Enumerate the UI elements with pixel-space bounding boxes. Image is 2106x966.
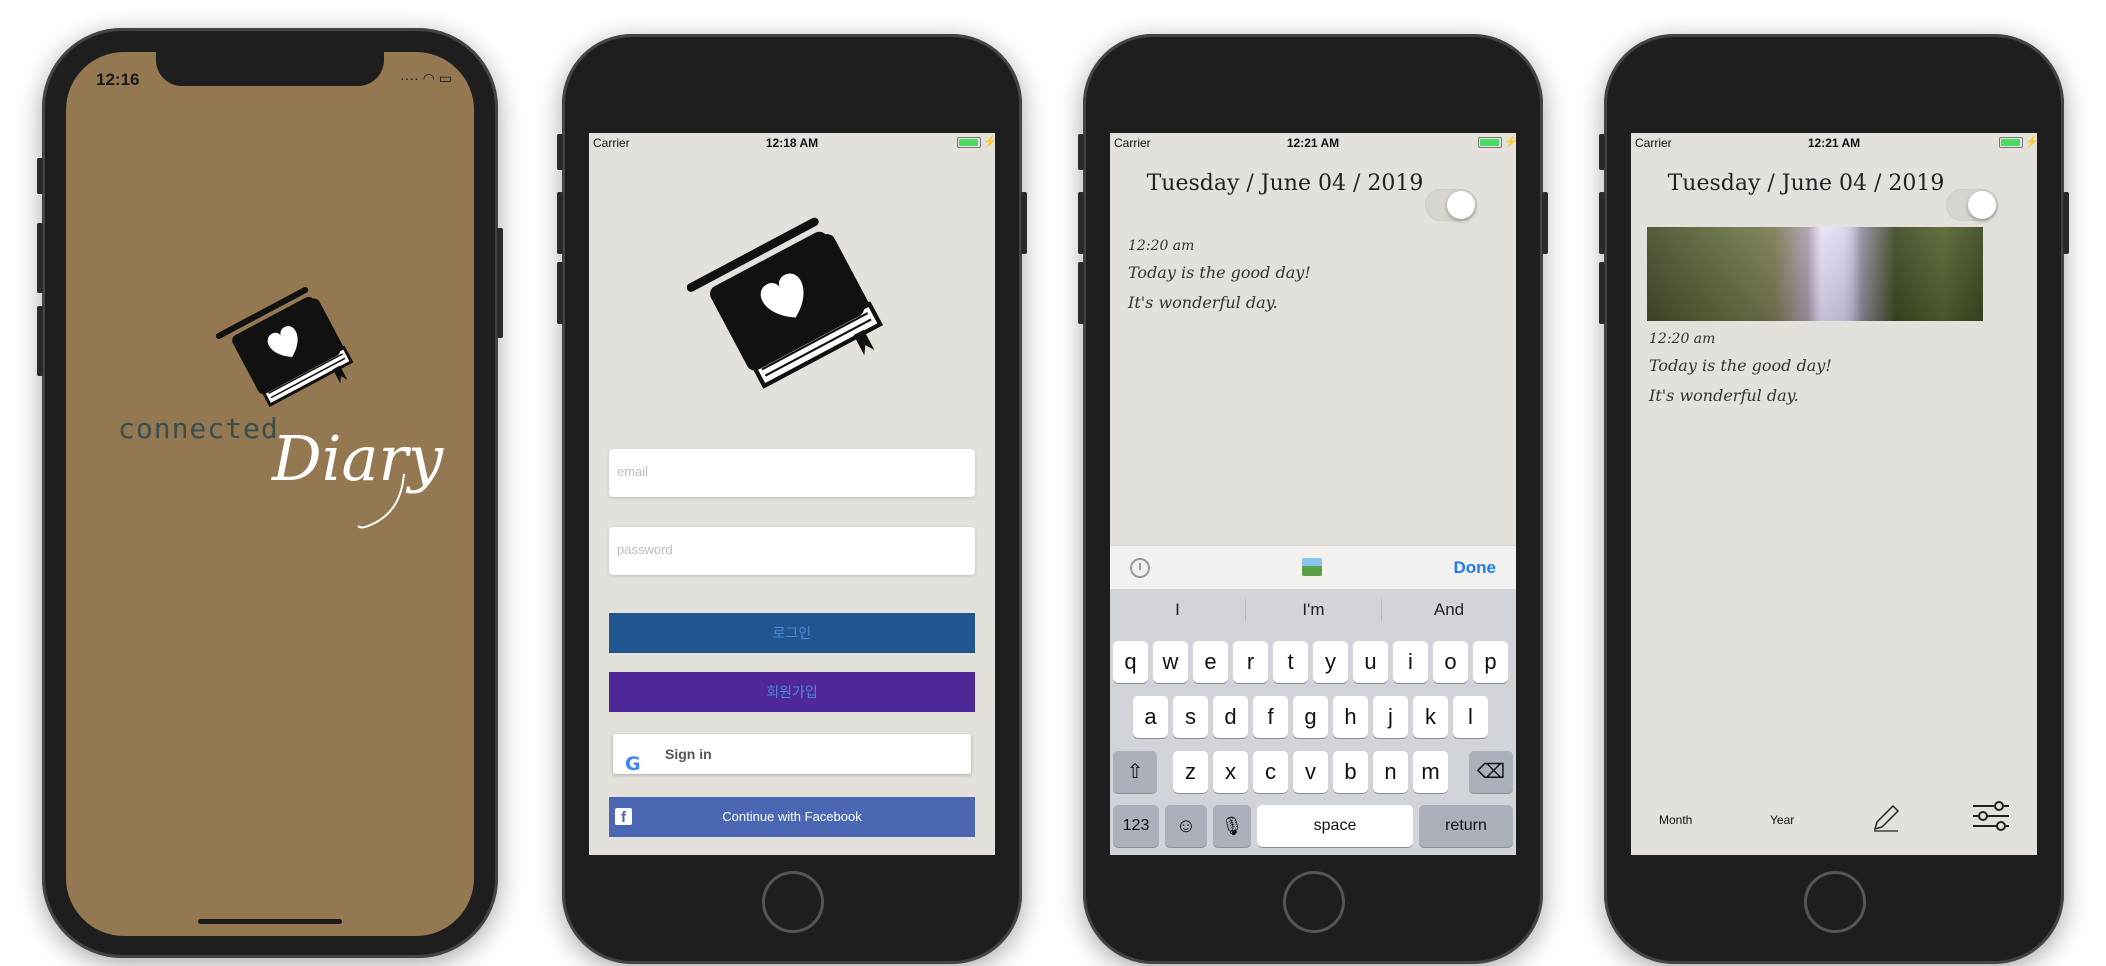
key-j[interactable]: j — [1373, 696, 1408, 738]
key-v[interactable]: v — [1293, 751, 1328, 793]
phone-splash: 12:16 ···· ◠ ▭ connected Diary — [37, 28, 503, 958]
entry-time: 12:20 am — [1128, 238, 1195, 254]
status-bar: Carrier 12:21 AM ⚡ — [1110, 133, 1516, 153]
google-icon: G — [625, 753, 641, 775]
status-time: 12:21 AM — [1286, 136, 1340, 150]
google-signin-label: Sign in — [665, 746, 712, 762]
entry-line-1[interactable]: Today is the good day! — [1128, 263, 1311, 282]
entry-line-2: It's wonderful day. — [1649, 386, 1799, 405]
key-h[interactable]: h — [1333, 696, 1368, 738]
key-k[interactable]: k — [1413, 696, 1448, 738]
suggestion-3[interactable]: And — [1382, 589, 1516, 631]
key-g[interactable]: g — [1293, 696, 1328, 738]
diary-book-logo — [216, 286, 354, 407]
key-m[interactable]: m — [1413, 751, 1448, 793]
email-field[interactable]: email — [609, 449, 975, 497]
key-y[interactable]: y — [1313, 641, 1348, 683]
entry-time: 12:20 am — [1649, 331, 1716, 347]
key-i[interactable]: i — [1393, 641, 1428, 683]
diary-edit-screen: Carrier 12:21 AM ⚡ Tuesday / June 04 / 2… — [1110, 133, 1516, 855]
key-l[interactable]: l — [1453, 696, 1488, 738]
numbers-key[interactable]: 123 — [1113, 805, 1159, 847]
login-screen: Carrier 12:18 AM ⚡ email password 로그인 회원… — [589, 133, 995, 855]
key-b[interactable]: b — [1333, 751, 1368, 793]
home-indicator — [198, 919, 342, 924]
key-t[interactable]: t — [1273, 641, 1308, 683]
battery-icon: ⚡ — [1478, 136, 1516, 148]
mode-toggle[interactable] — [1425, 189, 1477, 221]
facebook-login-button[interactable]: f Continue with Facebook — [609, 797, 975, 837]
phone-diary-edit: Carrier 12:21 AM ⚡ Tuesday / June 04 / 2… — [1078, 34, 1548, 964]
photo-icon[interactable] — [1302, 558, 1322, 576]
key-a[interactable]: a — [1133, 696, 1168, 738]
key-f[interactable]: f — [1253, 696, 1288, 738]
diary-photo[interactable] — [1647, 227, 1983, 321]
google-signin-button[interactable]: G Sign in — [613, 734, 971, 775]
space-key[interactable]: space — [1257, 805, 1413, 847]
login-button[interactable]: 로그인 — [609, 613, 975, 653]
emoji-key[interactable]: ☺ — [1165, 805, 1207, 847]
key-n[interactable]: n — [1373, 751, 1408, 793]
phone-diary-view: Carrier 12:21 AM ⚡ Tuesday / June 04 / 2… — [1599, 34, 2069, 964]
key-o[interactable]: o — [1433, 641, 1468, 683]
status-bar: Carrier 12:21 AM ⚡ — [1631, 133, 2037, 153]
diary-view-screen: Carrier 12:21 AM ⚡ Tuesday / June 04 / 2… — [1631, 133, 2037, 855]
battery-icon: ⚡ — [1999, 136, 2037, 148]
status-time: 12:16 — [96, 70, 140, 89]
facebook-icon: f — [615, 808, 632, 826]
month-button[interactable]: Month — [1659, 813, 1692, 827]
signup-button[interactable]: 회원가입 — [609, 672, 975, 712]
suggestion-2[interactable]: I'm — [1246, 589, 1381, 631]
key-z[interactable]: z — [1173, 751, 1208, 793]
key-w[interactable]: w — [1153, 641, 1188, 683]
pencil-icon[interactable] — [1871, 803, 1901, 833]
key-c[interactable]: c — [1253, 751, 1288, 793]
battery-icon: ⚡ — [957, 136, 995, 148]
key-q[interactable]: q — [1113, 641, 1148, 683]
key-d[interactable]: d — [1213, 696, 1248, 738]
key-p[interactable]: p — [1473, 641, 1508, 683]
phone-login: Carrier 12:18 AM ⚡ email password 로그인 회원… — [557, 34, 1027, 964]
date-title: Tuesday / June 04 / 2019 — [1146, 171, 1424, 196]
keyboard: I I'm And q w e r t y u i o p a s d f g … — [1110, 589, 1516, 855]
status-time: 12:21 AM — [1807, 136, 1861, 150]
splash-screen: 12:16 ···· ◠ ▭ connected Diary — [66, 52, 474, 936]
diary-book-logo — [687, 217, 884, 389]
done-button[interactable]: Done — [1454, 558, 1497, 578]
delete-key[interactable]: ⌫ — [1469, 751, 1513, 793]
home-button[interactable] — [1283, 871, 1345, 933]
keyboard-toolbar: Done — [1110, 545, 1516, 589]
date-title: Tuesday / June 04 / 2019 — [1667, 171, 1945, 196]
status-bar: Carrier 12:18 AM ⚡ — [589, 133, 995, 153]
status-icons: ···· ◠ ▭ — [400, 70, 452, 86]
key-r[interactable]: r — [1233, 641, 1268, 683]
microphone-key[interactable]: 🎙 — [1213, 805, 1251, 847]
status-time: 12:18 AM — [765, 136, 819, 150]
key-e[interactable]: e — [1193, 641, 1228, 683]
key-u[interactable]: u — [1353, 641, 1388, 683]
home-button[interactable] — [762, 871, 824, 933]
settings-sliders-icon[interactable] — [1971, 801, 2011, 831]
clock-icon[interactable] — [1130, 558, 1150, 578]
year-button[interactable]: Year — [1770, 813, 1794, 827]
entry-line-1: Today is the good day! — [1649, 356, 1832, 375]
mode-toggle[interactable] — [1946, 189, 1998, 221]
suggestion-1[interactable]: I — [1110, 589, 1245, 631]
facebook-login-label: Continue with Facebook — [722, 809, 862, 824]
shift-key[interactable]: ⇧ — [1113, 751, 1157, 793]
diary-swash — [357, 473, 405, 529]
key-s[interactable]: s — [1173, 696, 1208, 738]
key-x[interactable]: x — [1213, 751, 1248, 793]
home-button[interactable] — [1804, 871, 1866, 933]
brand-connected: connected — [118, 412, 279, 445]
password-field[interactable]: password — [609, 527, 975, 575]
return-key[interactable]: return — [1419, 805, 1513, 847]
notch — [156, 52, 384, 86]
entry-line-2[interactable]: It's wonderful day. — [1128, 293, 1278, 312]
